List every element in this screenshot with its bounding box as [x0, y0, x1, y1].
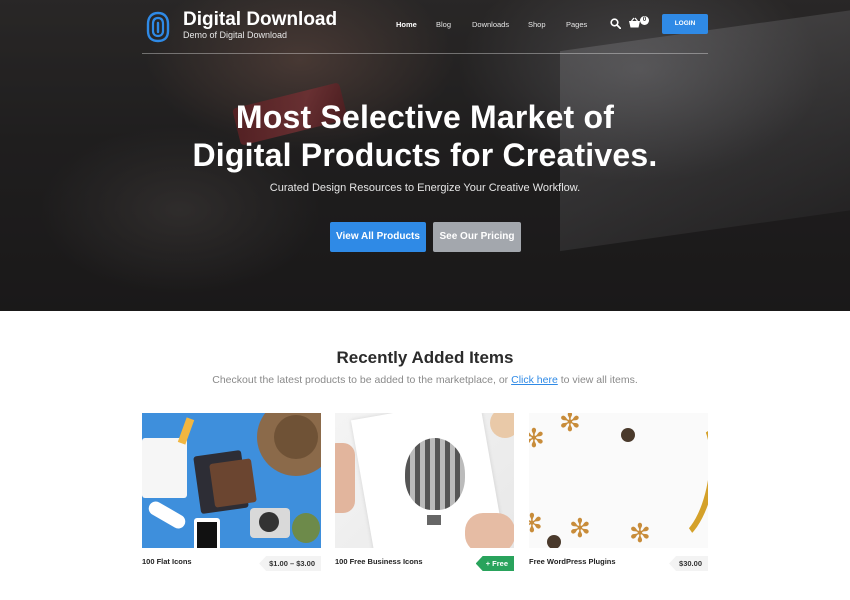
view-all-products-button[interactable]: View All Products: [330, 222, 426, 252]
product-price-free-badge: + Free: [475, 556, 514, 571]
nav-home[interactable]: Home: [396, 20, 417, 29]
hero-subtitle: Curated Design Resources to Energize You…: [269, 182, 581, 194]
click-here-link[interactable]: Click here: [511, 374, 558, 386]
site-header: Digital Download Demo of Digital Downloa…: [142, 8, 708, 54]
header-divider: [142, 53, 708, 54]
brand-tagline: Demo of Digital Download: [183, 30, 288, 40]
product-price: $1.00 – $3.00: [259, 556, 321, 571]
logo-icon[interactable]: [146, 11, 170, 43]
search-icon[interactable]: [610, 18, 621, 29]
cart-icon[interactable]: [628, 17, 641, 29]
hero-banner: Digital Download Demo of Digital Downloa…: [0, 0, 850, 311]
product-thumbnail-balloon-sketch[interactable]: [335, 413, 514, 548]
product-title[interactable]: 100 Free Business Icons: [335, 557, 423, 566]
product-title[interactable]: 100 Flat Icons: [142, 557, 192, 566]
nav-downloads[interactable]: Downloads: [472, 20, 509, 29]
see-our-pricing-button[interactable]: See Our Pricing: [433, 222, 521, 252]
product-thumbnail-flat-lay[interactable]: [142, 413, 321, 548]
product-price: $30.00: [669, 556, 708, 571]
nav-pages[interactable]: Pages: [566, 20, 587, 29]
hero-title-line-1: Most Selective Market of: [235, 99, 615, 135]
hero-title-line-2: Digital Products for Creatives.: [192, 137, 658, 173]
cart-count-badge: 0: [640, 16, 649, 25]
login-button[interactable]: LOGIN: [662, 14, 708, 34]
recent-items-title: Recently Added Items: [336, 348, 514, 367]
nav-blog[interactable]: Blog: [436, 20, 451, 29]
product-thumbnail-christmas[interactable]: ✻ ✻ ✻ ✻ ✻: [529, 413, 708, 548]
recent-subtitle-text: Checkout the latest products to be added…: [212, 374, 512, 386]
recent-subtitle-text-end: to view all items.: [557, 374, 638, 386]
recent-items-subtitle: Checkout the latest products to be added…: [0, 374, 850, 386]
nav-shop[interactable]: Shop: [528, 20, 546, 29]
brand-name[interactable]: Digital Download: [183, 9, 337, 31]
product-title[interactable]: Free WordPress Plugins: [529, 557, 616, 566]
